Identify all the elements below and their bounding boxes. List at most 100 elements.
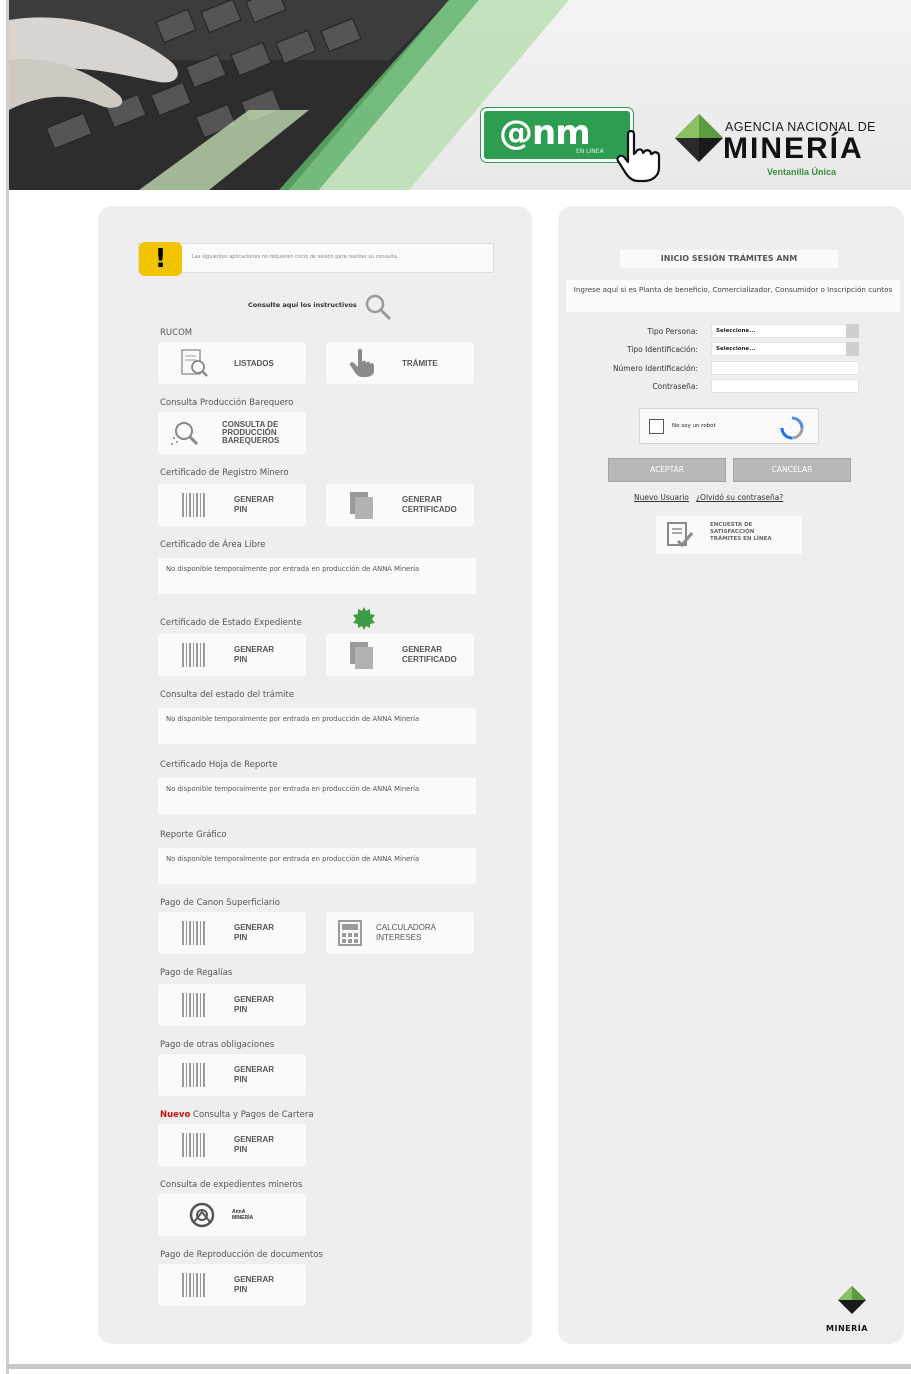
hand-click-icon [349, 348, 374, 377]
expediente-pin-button[interactable]: GENERAR PIN [158, 634, 306, 676]
agency-name-main: MINERÍA [723, 132, 864, 165]
recaptcha-label: No soy un robot [672, 423, 716, 429]
tipo-persona-value: Seleccione... [716, 328, 756, 334]
rucom-listados-button[interactable]: LISTADOS [158, 342, 306, 384]
footer-logo-text: MINERÍA [826, 1324, 868, 1333]
tipo-identificacion-select[interactable]: Seleccione... [711, 342, 859, 356]
tile-label: AnnA MINERÍA [232, 1209, 254, 1221]
tile-label: GENERAR PIN [234, 995, 275, 1014]
section-title-cartera: Nuevo Consulta y Pagos de Cartera [160, 1110, 314, 1120]
section-title-text: Certificado de Estado Expediente [160, 618, 302, 628]
tile-label: GENERAR CERTIFICADO [402, 645, 457, 664]
dropdown-arrow-icon[interactable] [846, 342, 859, 356]
numero-identificacion-label: Número Identificación: [612, 364, 698, 373]
unavailable-message: No disponible temporalmente por entrada … [158, 848, 476, 884]
notice-text: Las siguientes aplicaciones no requieren… [192, 254, 399, 260]
registro-pin-button[interactable]: GENERAR PIN [158, 484, 306, 526]
contrasena-label: Contraseña: [652, 382, 698, 391]
left-border [6, 0, 9, 1374]
tile-label: CALCULADORA INTERESES [376, 923, 437, 942]
cartera-pin-button[interactable]: GENERAR PIN [158, 1124, 306, 1166]
list-search-icon [181, 349, 208, 377]
rucom-tramite-button[interactable]: TRÁMITE [326, 342, 474, 384]
section-title-canon: Pago de Canon Superficiario [160, 898, 280, 908]
obligaciones-pin-button[interactable]: GENERAR PIN [158, 1054, 306, 1096]
anm-online-label: @nm [499, 113, 591, 153]
bottom-border [6, 1364, 911, 1369]
unavailable-message: No disponible temporalmente por entrada … [158, 778, 476, 814]
tile-label: GENERAR PIN [234, 1065, 275, 1084]
tipo-persona-label: Tipo Persona: [647, 327, 699, 336]
survey-button[interactable]: ENCUESTA DE SATISFACCIÓN TRÁMITES EN LÍN… [656, 516, 802, 554]
barcode-icon [182, 993, 205, 1017]
barequeros-button[interactable]: CONSULTA DE PRODUCCIÓN BAREQUEROS [158, 412, 306, 454]
tile-label: GENERAR PIN [234, 923, 275, 942]
section-title-otras-obligaciones: Pago de otras obligaciones [160, 1040, 275, 1050]
reproduccion-pin-button[interactable]: GENERAR PIN [158, 1264, 306, 1306]
pointer-hand-icon [616, 129, 661, 183]
tipo-persona-select[interactable]: Seleccione... [711, 324, 859, 338]
login-title: INICIO SESIÓN TRÁMITES ANM [620, 250, 838, 268]
survey-label: ENCUESTA DE SATISFACCIÓN TRÁMITES EN LÍN… [710, 522, 772, 542]
recaptcha-checkbox[interactable] [649, 419, 664, 434]
warning-icon: ! [139, 242, 182, 276]
unavailable-message: No disponible temporalmente por entrada … [158, 558, 476, 594]
dropdown-arrow-icon[interactable] [846, 324, 859, 338]
barcode-icon [182, 1063, 205, 1087]
canon-pin-button[interactable]: GENERAR PIN [158, 912, 306, 954]
tile-label: TRÁMITE [402, 359, 438, 368]
registro-certificado-button[interactable]: GENERAR CERTIFICADO [326, 484, 474, 526]
tile-label: GENERAR PIN [234, 495, 275, 514]
barcode-icon [182, 1273, 205, 1297]
numero-identificacion-input[interactable] [711, 361, 859, 375]
barcode-icon [182, 1133, 205, 1157]
section-title-regalias: Pago de Regalías [160, 968, 233, 978]
section-title-rucom: RUCOM [160, 328, 193, 338]
section-title-estado-tramite: Consulta del estado del trámite [160, 690, 295, 700]
accept-button[interactable]: ACEPTAR [608, 458, 726, 482]
search-icon[interactable] [364, 293, 392, 321]
barcode-icon [182, 493, 205, 517]
tile-label: GENERAR PIN [234, 1275, 275, 1294]
tile-label: GENERAR PIN [234, 645, 275, 664]
section-title-reporte-grafico: Reporte Gráfico [160, 830, 227, 840]
new-seal-icon [353, 607, 375, 630]
anm-online-sublabel: EN LINEA [576, 148, 604, 155]
account-links: Nuevo Usuario ¿Olvidó su contraseña? [634, 493, 783, 502]
tipo-identificacion-value: Seleccione... [716, 346, 756, 352]
section-title-text: Consulta y Pagos de Cartera [193, 1110, 314, 1120]
regalias-pin-button[interactable]: GENERAR PIN [158, 984, 306, 1026]
tile-label: LISTADOS [234, 359, 274, 368]
instructions-link[interactable]: Consulte aquí los instructivos [248, 301, 357, 309]
contrasena-input[interactable] [711, 379, 859, 393]
calculator-icon [338, 920, 362, 946]
calculadora-intereses-button[interactable]: CALCULADORA INTERESES [326, 912, 474, 954]
document-stack-icon [350, 492, 373, 519]
tile-label: GENERAR CERTIFICADO [402, 495, 457, 514]
barcode-icon [182, 921, 205, 945]
survey-check-icon [667, 522, 694, 548]
recaptcha-icon [780, 416, 804, 440]
section-title-area-libre: Certificado de Área Libre [160, 540, 266, 550]
anna-mineria-button[interactable]: AnnA MINERÍA [158, 1194, 306, 1236]
section-title-reproduccion: Pago de Reproducción de documentos [160, 1250, 323, 1260]
agency-subtitle: Ventanilla Única [767, 167, 837, 177]
forgot-password-link[interactable]: ¿Olvidó su contraseña? [696, 493, 783, 502]
expediente-certificado-button[interactable]: GENERAR CERTIFICADO [326, 634, 474, 676]
tile-label: CONSULTA DE PRODUCCIÓN BAREQUEROS [222, 420, 280, 445]
section-title-hoja-reporte: Certificado Hoja de Reporte [160, 760, 278, 770]
section-title-registro-minero: Certificado de Registro Minero [160, 468, 289, 478]
new-user-link[interactable]: Nuevo Usuario [634, 493, 689, 502]
tipo-identificacion-label: Tipo Identificación: [626, 345, 698, 354]
document-stack-icon [350, 642, 373, 669]
recaptcha-widget: No soy un robot [639, 408, 819, 444]
magnifier-icon [171, 422, 198, 446]
anna-mineria-icon [189, 1202, 215, 1228]
section-title-estado-expediente: Certificado de Estado Expediente [160, 618, 302, 628]
new-badge: Nuevo [160, 1110, 191, 1120]
cancel-button[interactable]: CANCELAR [733, 458, 851, 482]
section-title-barequero: Consulta Producción Barequero [160, 398, 294, 408]
anm-diamond-logo [675, 114, 723, 162]
barcode-icon [182, 643, 205, 667]
header-banner: @nm EN LINEA AGENCIA NACIONAL DE MINERÍA… [9, 0, 911, 190]
